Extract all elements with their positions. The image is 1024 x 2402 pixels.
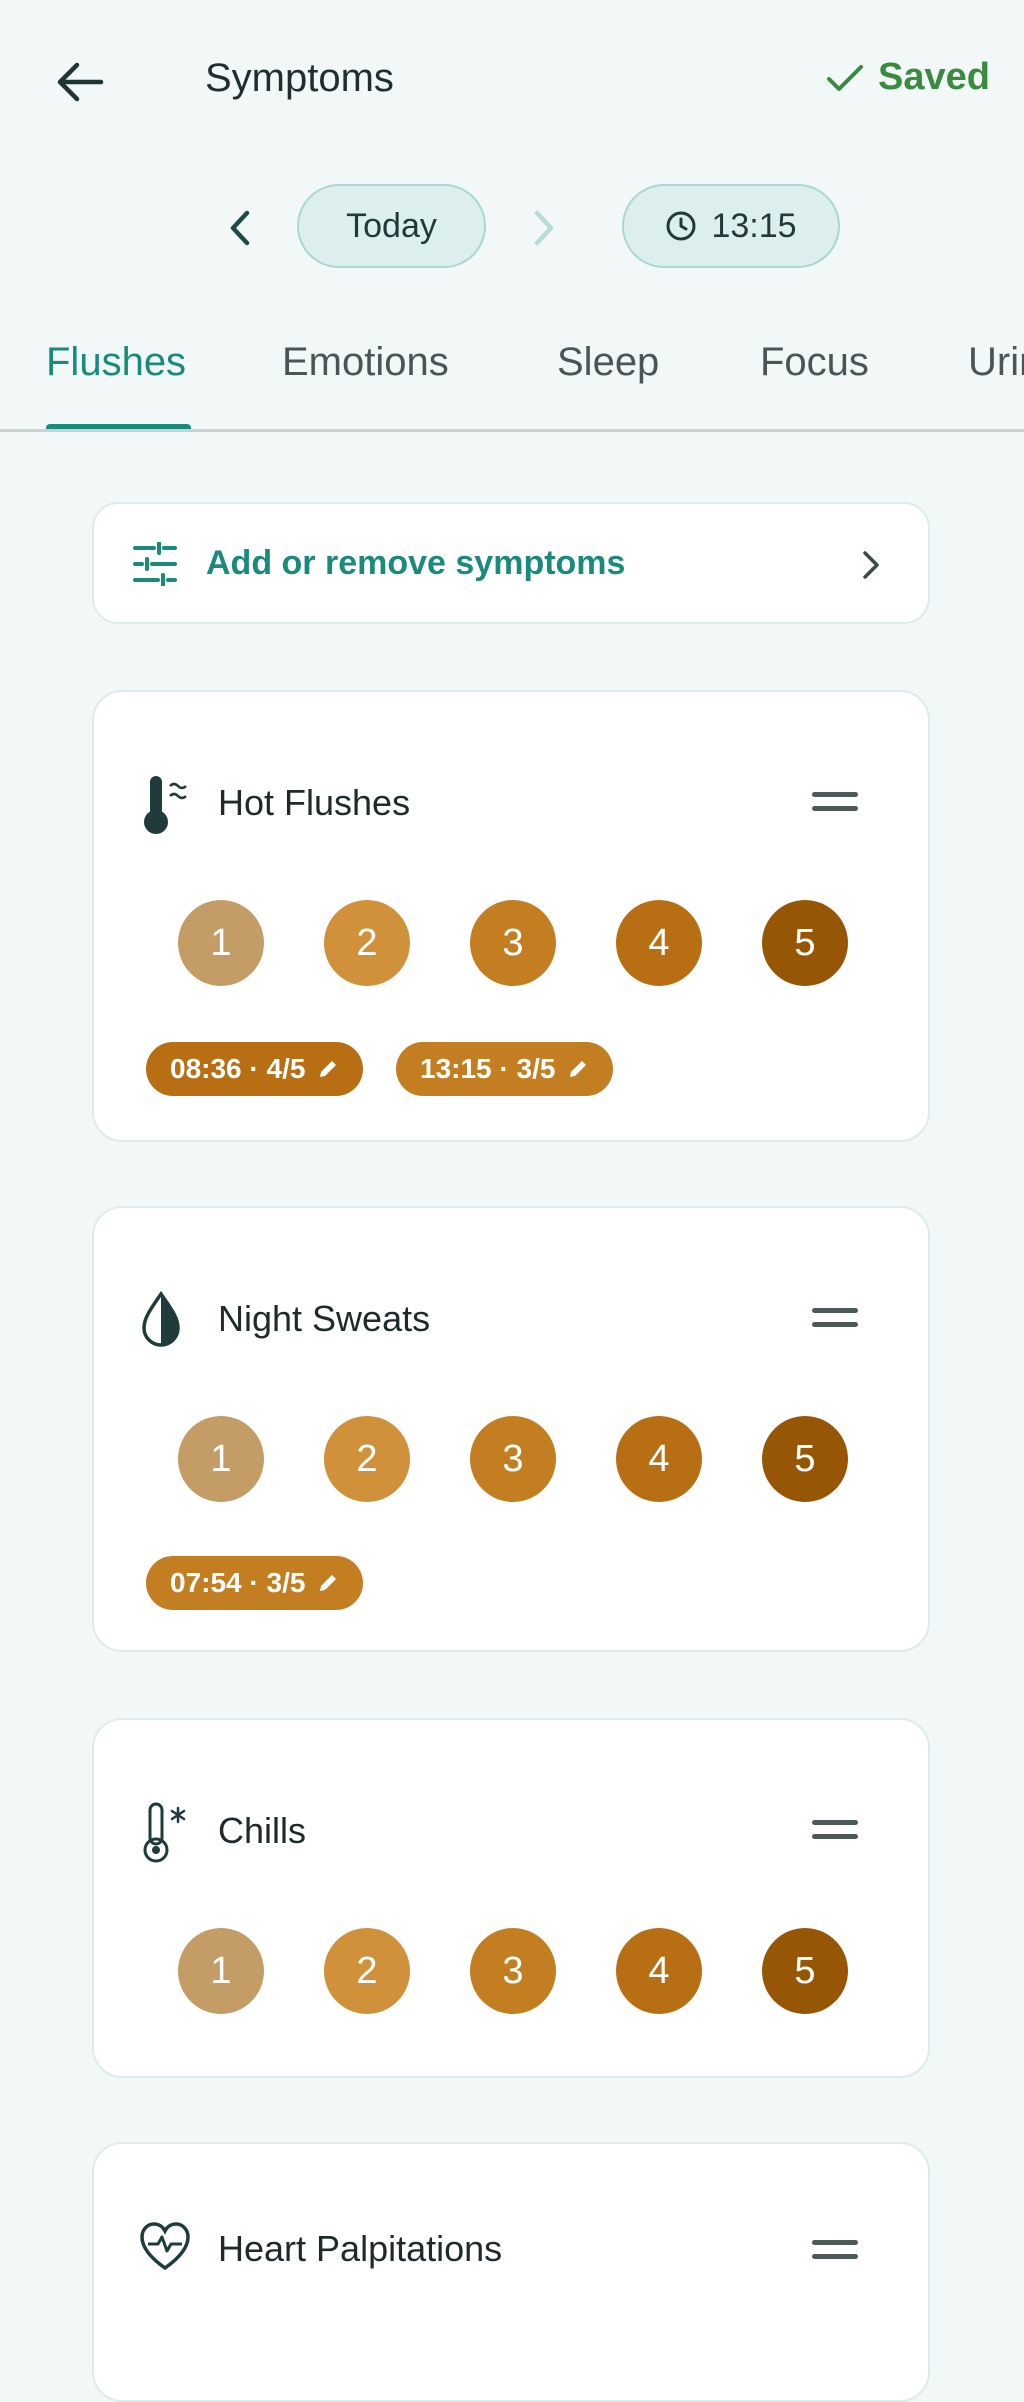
- severity-5-button[interactable]: 5: [762, 1416, 848, 1502]
- entry-label: 07:54 · 3/5: [170, 1567, 306, 1598]
- severity-1-button[interactable]: 1: [178, 1928, 264, 2014]
- thermometer-hot-icon: [144, 776, 187, 834]
- drag-handle-icon[interactable]: [812, 792, 858, 816]
- severity-2-button[interactable]: 2: [324, 1416, 410, 1502]
- tab-sleep[interactable]: Sleep: [557, 340, 659, 385]
- symptom-name: Night Sweats: [218, 1298, 431, 1339]
- chevron-left-icon: [230, 210, 250, 246]
- saved-label: Saved: [878, 56, 990, 98]
- logged-entry-chip[interactable]: 08:36 · 4/5: [146, 1042, 364, 1096]
- checkmark-icon: [827, 64, 864, 91]
- back-button[interactable]: [48, 50, 112, 114]
- symptom-card-night-sweats: Night Sweats 1 2 3 4 5 07:54 · 3/5: [92, 1206, 930, 1652]
- arrow-left-icon: [57, 62, 104, 102]
- sliders-icon: [133, 542, 177, 586]
- severity-2-button[interactable]: 2: [324, 1928, 410, 2014]
- pencil-icon: [320, 1061, 337, 1077]
- active-tab-indicator: [46, 424, 191, 429]
- severity-2-button[interactable]: 2: [324, 900, 410, 986]
- logged-entry-chip[interactable]: 07:54 · 3/5: [146, 1556, 364, 1610]
- severity-3-button[interactable]: 3: [470, 1416, 556, 1502]
- drag-handle-icon[interactable]: [812, 1820, 858, 1844]
- chevron-right-icon: [534, 210, 554, 246]
- entry-label: 13:15 · 3/5: [420, 1053, 556, 1084]
- symptom-name: Chills: [218, 1810, 307, 1851]
- pencil-icon: [320, 1575, 337, 1591]
- symptom-card-heart-palpitations: Heart Palpitations: [92, 2142, 930, 2402]
- entry-label: 08:36 · 4/5: [170, 1053, 306, 1084]
- date-selector[interactable]: Today: [297, 184, 486, 268]
- saved-status: Saved: [826, 56, 990, 99]
- add-remove-symptoms-button[interactable]: Add or remove symptoms: [92, 502, 930, 624]
- date-label: Today: [346, 206, 437, 245]
- half-drop-icon: [142, 1290, 180, 1347]
- symptom-name: Hot Flushes: [218, 782, 411, 823]
- severity-3-button[interactable]: 3: [470, 900, 556, 986]
- page-title: Symptoms: [205, 56, 394, 100]
- previous-day-button[interactable]: [210, 198, 270, 258]
- symptom-name: Heart Palpitations: [218, 2228, 503, 2269]
- drag-handle-icon[interactable]: [812, 2240, 858, 2264]
- thermometer-cold-icon: [143, 1802, 186, 1863]
- symptom-card-chills: Chills 1 2 3 4 5: [92, 1718, 930, 2078]
- top-bar: Symptoms Saved: [0, 0, 1024, 160]
- drag-handle-icon[interactable]: [812, 1308, 858, 1332]
- time-selector[interactable]: 13:15: [622, 184, 840, 268]
- severity-1-button[interactable]: 1: [178, 900, 264, 986]
- severity-4-button[interactable]: 4: [616, 900, 702, 986]
- severity-4-button[interactable]: 4: [616, 1416, 702, 1502]
- clock-icon: [666, 211, 696, 241]
- time-label: 13:15: [711, 206, 797, 245]
- severity-4-button[interactable]: 4: [616, 1928, 702, 2014]
- heart-pulse-icon: [140, 2222, 190, 2271]
- logged-entry-chip[interactable]: 13:15 · 3/5: [396, 1042, 614, 1096]
- tab-urin[interactable]: Urin: [968, 340, 1024, 385]
- add-remove-symptoms-label: Add or remove symptoms: [206, 544, 626, 582]
- category-tabs: Flushes Emotions Sleep Focus Urin: [0, 300, 1024, 432]
- pencil-icon: [570, 1061, 587, 1077]
- severity-5-button[interactable]: 5: [762, 900, 848, 986]
- severity-3-button[interactable]: 3: [470, 1928, 556, 2014]
- severity-1-button[interactable]: 1: [178, 1416, 264, 1502]
- tab-flushes[interactable]: Flushes: [46, 340, 186, 385]
- date-navigation: Today 13:15: [0, 184, 1024, 272]
- severity-5-button[interactable]: 5: [762, 1928, 848, 2014]
- next-day-button[interactable]: [514, 198, 574, 258]
- symptom-card-hot-flushes: Hot Flushes 1 2 3 4 5 08:36 · 4/5 13:15 …: [92, 690, 930, 1142]
- tab-focus[interactable]: Focus: [760, 340, 869, 385]
- tab-emotions[interactable]: Emotions: [282, 340, 449, 385]
- chevron-right-icon: [863, 551, 879, 579]
